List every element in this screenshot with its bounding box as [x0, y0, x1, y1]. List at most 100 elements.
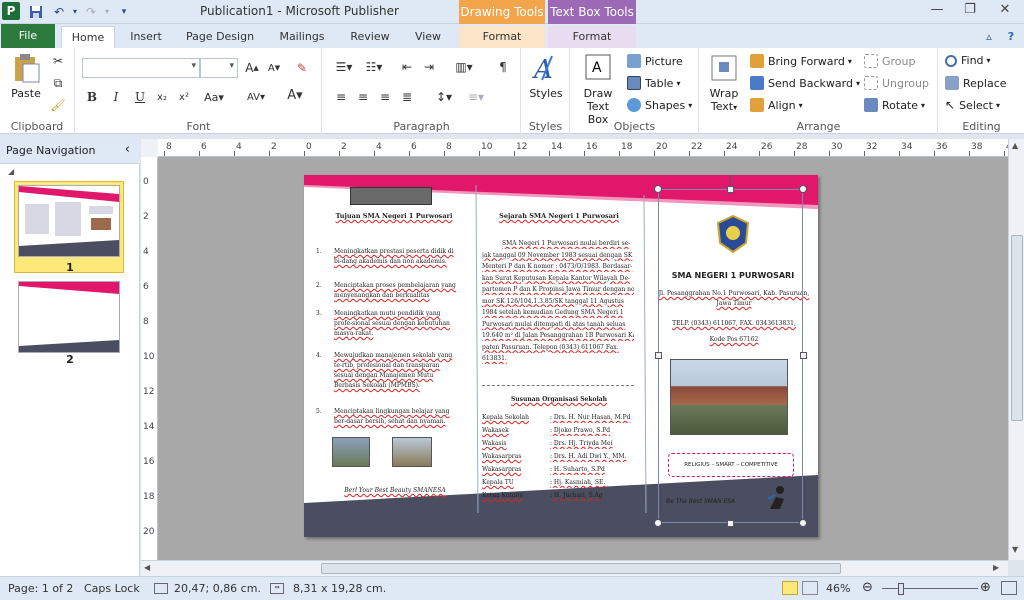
- character-spacing-icon[interactable]: AV▾: [242, 88, 270, 106]
- close-icon[interactable]: ✕: [993, 2, 1017, 22]
- tab-review[interactable]: Review: [342, 26, 398, 48]
- scroll-down-icon[interactable]: ▼: [1012, 545, 1018, 554]
- collapse-pane-icon[interactable]: ‹: [125, 142, 130, 157]
- grow-font-icon[interactable]: A ▲: [242, 59, 262, 77]
- workspace-canvas[interactable]: Tujuan SMA Negeri 1 Purwosari Berl Your …: [158, 157, 1008, 560]
- change-case-icon[interactable]: Aa▾: [200, 88, 228, 106]
- resize-handle-ne[interactable]: [799, 185, 807, 193]
- vertical-scroll-thumb[interactable]: [1011, 235, 1023, 421]
- minimize-ribbon-icon[interactable]: ▵: [980, 26, 998, 48]
- picture-button[interactable]: Picture: [627, 54, 683, 68]
- scroll-up-icon[interactable]: ▲: [1012, 141, 1018, 150]
- align-left-icon[interactable]: ≡: [331, 88, 351, 106]
- save-icon[interactable]: [27, 3, 45, 20]
- find-button[interactable]: Find ▾: [945, 54, 991, 67]
- decrease-indent-icon[interactable]: ⇤: [397, 58, 417, 76]
- tab-page-design[interactable]: Page Design: [180, 26, 260, 48]
- send-backward-button[interactable]: Send Backward ▾: [750, 76, 860, 90]
- clear-formatting-icon[interactable]: ✎: [292, 59, 312, 77]
- tab-drawing-format[interactable]: Format: [459, 26, 545, 48]
- bring-forward-button[interactable]: Bring Forward ▾: [750, 54, 852, 68]
- selected-textbox-frame[interactable]: [658, 189, 803, 523]
- rotate-button[interactable]: Rotate ▾: [864, 98, 925, 112]
- goals-photo-1[interactable]: [332, 437, 370, 467]
- zoom-in-icon[interactable]: ⊕: [980, 580, 991, 595]
- zoom-level[interactable]: 46%: [826, 582, 850, 595]
- columns-icon[interactable]: ▥▾: [451, 58, 477, 76]
- brochure-page[interactable]: Tujuan SMA Negeri 1 Purwosari Berl Your …: [304, 175, 818, 537]
- resize-handle-nw[interactable]: [654, 185, 662, 193]
- zoom-out-icon[interactable]: ⊖: [862, 580, 873, 595]
- publisher-logo-icon[interactable]: P: [2, 2, 20, 20]
- ungroup-button[interactable]: Ungroup: [864, 76, 929, 90]
- horizontal-ruler[interactable]: 8642024681012141618202224262830323436384…: [158, 139, 1024, 157]
- resize-handle-se[interactable]: [799, 519, 807, 527]
- shapes-button[interactable]: Shapes ▾: [627, 98, 692, 112]
- resize-handle-s[interactable]: [727, 520, 734, 527]
- font-size-combo[interactable]: [200, 58, 238, 78]
- redo-dropdown-icon[interactable]: ▾: [98, 3, 116, 20]
- help-icon[interactable]: ?: [1002, 26, 1020, 48]
- tab-insert[interactable]: Insert: [120, 26, 172, 48]
- italic-icon[interactable]: I: [106, 88, 126, 106]
- increase-indent-icon[interactable]: ⇥: [419, 58, 439, 76]
- minimize-icon[interactable]: —: [925, 2, 949, 22]
- goals-photo-2[interactable]: [392, 437, 432, 467]
- superscript-icon[interactable]: x²: [174, 88, 194, 106]
- table-button[interactable]: Table ▾: [627, 76, 680, 90]
- paste-button[interactable]: Paste: [6, 52, 46, 100]
- justify-icon[interactable]: ≣: [397, 88, 417, 106]
- resize-handle-sw[interactable]: [654, 519, 662, 527]
- shrink-font-icon[interactable]: A ▼: [264, 59, 284, 77]
- single-page-view-icon[interactable]: [782, 581, 798, 595]
- bold-icon[interactable]: B: [82, 88, 102, 106]
- align-icon: [750, 98, 764, 112]
- vertical-ruler[interactable]: 0 2 4 6 8 10 12 14 16 18 20: [141, 157, 158, 560]
- draw-text-box-button[interactable]: A Draw Text Box: [575, 52, 621, 126]
- tab-view[interactable]: View: [406, 26, 450, 48]
- numbering-icon[interactable]: ☷▾: [361, 58, 387, 76]
- underline-icon[interactable]: U: [130, 88, 150, 106]
- horizontal-scroll-thumb[interactable]: [321, 563, 841, 574]
- copy-icon[interactable]: ⧉: [48, 74, 68, 92]
- restore-icon[interactable]: ❐: [958, 2, 982, 22]
- replace-button[interactable]: Replace: [945, 76, 1007, 90]
- line-spacing-icon[interactable]: ↕▾: [431, 88, 457, 106]
- customize-toolbar-icon[interactable]: ▾: [115, 3, 133, 20]
- font-color-icon[interactable]: A▾: [282, 86, 308, 104]
- align-right-icon[interactable]: ≡: [375, 88, 395, 106]
- group-button[interactable]: Group: [864, 54, 916, 68]
- school-sign-photo[interactable]: [350, 187, 432, 205]
- section-expand-icon[interactable]: ◢: [8, 167, 14, 176]
- resize-handle-n[interactable]: [727, 186, 734, 193]
- show-paragraph-marks-icon[interactable]: ¶: [493, 58, 513, 76]
- font-name-combo[interactable]: [82, 58, 200, 78]
- select-button[interactable]: ↖ Select ▾: [945, 98, 1000, 112]
- scroll-right-icon[interactable]: ▶: [993, 563, 999, 572]
- tab-home[interactable]: Home: [61, 26, 115, 48]
- vertical-scrollbar[interactable]: ▲ ▼: [1008, 139, 1024, 560]
- zoom-slider-thumb[interactable]: [898, 583, 904, 595]
- wrap-text-button[interactable]: Wrap Text▾: [704, 52, 744, 114]
- format-painter-icon[interactable]: 🖌: [48, 96, 68, 114]
- page-thumb-2[interactable]: [18, 281, 120, 353]
- tab-mailings[interactable]: Mailings: [272, 26, 332, 48]
- resize-handle-e[interactable]: [800, 352, 807, 359]
- align-center-icon[interactable]: ≡: [353, 88, 373, 106]
- resize-handle-w[interactable]: [655, 352, 662, 359]
- two-page-view-icon[interactable]: [802, 581, 818, 595]
- scroll-left-icon[interactable]: ◀: [144, 563, 150, 572]
- subscript-icon[interactable]: x₂: [152, 88, 172, 106]
- styles-button[interactable]: A Styles: [526, 52, 566, 100]
- tab-file[interactable]: File: [1, 24, 55, 48]
- align-button[interactable]: Align ▾: [750, 98, 803, 112]
- page-thumb-1[interactable]: [18, 185, 120, 257]
- cut-icon[interactable]: ✂: [48, 52, 68, 70]
- zoom-slider-track[interactable]: [882, 588, 978, 589]
- bullets-icon[interactable]: ☰▾: [331, 58, 357, 76]
- page-indicator[interactable]: Page: 1 of 2: [8, 582, 73, 595]
- fit-page-icon[interactable]: [1001, 581, 1017, 595]
- paragraph-spacing-icon[interactable]: ≡▾: [463, 88, 489, 106]
- tab-textbox-format[interactable]: Format: [548, 26, 636, 48]
- horizontal-scrollbar[interactable]: ◀ ▶: [141, 560, 1008, 576]
